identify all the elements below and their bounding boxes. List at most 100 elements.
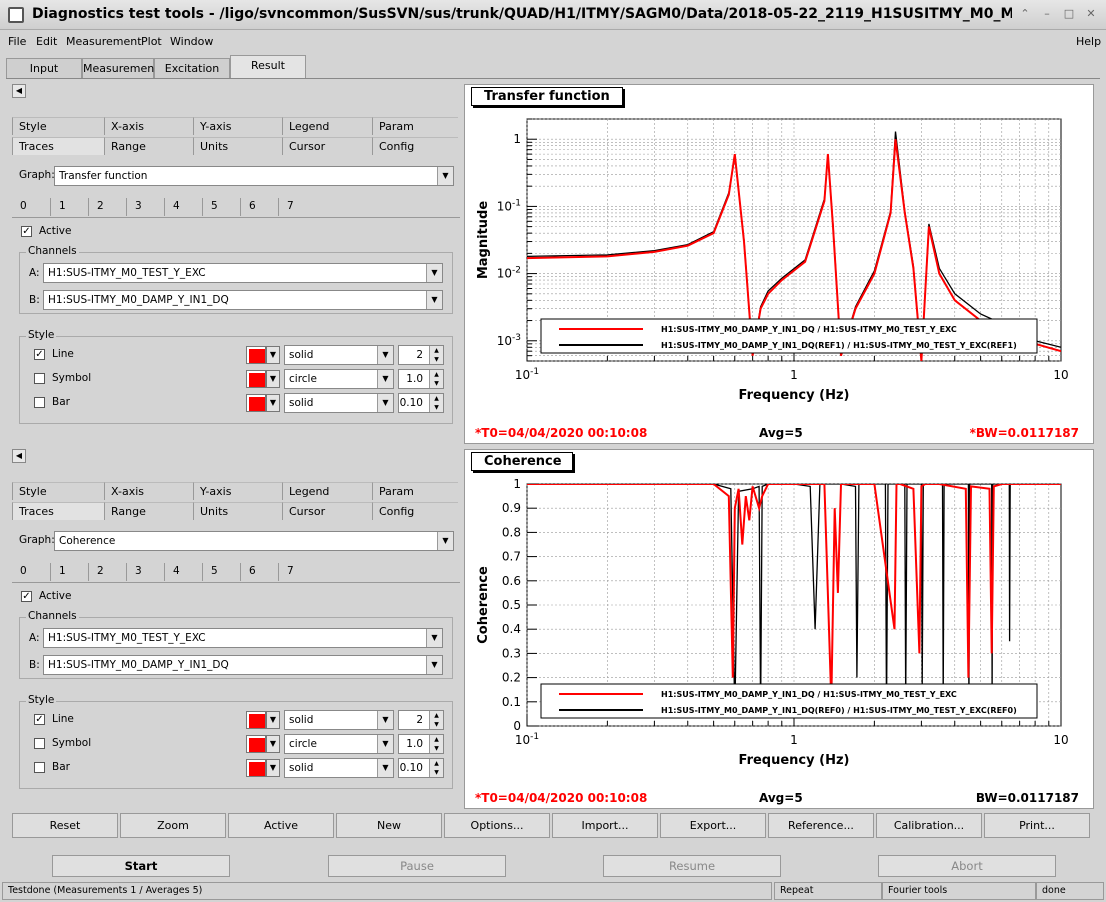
abort-button[interactable]: Abort bbox=[878, 855, 1056, 877]
reference-button[interactable]: Reference... bbox=[768, 813, 874, 838]
chevron-down-icon[interactable]: ▼ bbox=[266, 711, 280, 729]
tab-input[interactable]: Input bbox=[6, 58, 82, 78]
channel-b-select[interactable]: H1:SUS-ITMY_M0_DAMP_Y_IN1_DQ ▼ bbox=[43, 655, 443, 675]
trace-tab-1[interactable]: 1 bbox=[50, 563, 88, 581]
trace-tab-6[interactable]: 6 bbox=[240, 198, 278, 216]
line-size-spinner[interactable]: 2 ▲ ▼ bbox=[398, 710, 444, 730]
plot-panel-coherence[interactable]: Coherence 10-1 1 10 0 0.1 0.2 0.3 0.4 0.5 0.6 0.7 0… bbox=[464, 449, 1094, 809]
active-checkbox[interactable]: ✓ bbox=[21, 591, 32, 602]
bar-size-spinner[interactable]: 0.10 ▲ ▼ bbox=[398, 758, 444, 778]
spin-arrows-icon[interactable]: ▲ ▼ bbox=[429, 346, 443, 364]
option-tab-param[interactable]: Param bbox=[372, 482, 458, 500]
keep-above-icon[interactable]: ⌃ bbox=[1018, 7, 1032, 21]
option-tab-units[interactable]: Units bbox=[193, 137, 282, 155]
symbol-type-select[interactable]: circle ▼ bbox=[284, 734, 394, 754]
menu-help[interactable]: Help bbox=[1076, 35, 1101, 48]
collapse-arrow-icon[interactable]: ◀ bbox=[12, 84, 26, 98]
resume-button[interactable]: Resume bbox=[603, 855, 781, 877]
trace-tab-4[interactable]: 4 bbox=[164, 563, 202, 581]
chevron-down-icon[interactable]: ▼ bbox=[266, 346, 280, 364]
transfer-function-chart[interactable]: 10-1 1 10 10-3 10-2 10-1 1 Frequency (Hz) Magnit… bbox=[465, 111, 1095, 441]
trace-tab-3[interactable]: 3 bbox=[126, 198, 164, 216]
coherence-chart[interactable]: 10-1 1 10 0 0.1 0.2 0.3 0.4 0.5 0.6 0.7 0.8 0.9 1 Freq… bbox=[465, 476, 1095, 806]
menu-measurement[interactable]: Measurement bbox=[66, 35, 142, 48]
line-size-spinner[interactable]: 2 ▲ ▼ bbox=[398, 345, 444, 365]
symbol-checkbox[interactable] bbox=[34, 738, 45, 749]
option-tab-y-axis[interactable]: Y-axis bbox=[193, 482, 282, 500]
spin-arrows-icon[interactable]: ▲ ▼ bbox=[429, 735, 443, 753]
channel-a-select[interactable]: H1:SUS-ITMY_M0_TEST_Y_EXC ▼ bbox=[43, 263, 443, 283]
chevron-down-icon[interactable]: ▼ bbox=[266, 370, 280, 388]
zoom-button[interactable]: Zoom bbox=[120, 813, 226, 838]
trace-tab-2[interactable]: 2 bbox=[88, 563, 126, 581]
symbol-color-swatch[interactable] bbox=[246, 370, 266, 388]
bar-checkbox[interactable] bbox=[34, 762, 45, 773]
symbol-type-select[interactable]: circle ▼ bbox=[284, 369, 394, 389]
chevron-down-icon[interactable]: ▼ bbox=[266, 735, 280, 753]
line-checkbox[interactable]: ✓ bbox=[34, 714, 45, 725]
import-button[interactable]: Import... bbox=[552, 813, 658, 838]
graph-select[interactable]: Transfer function ▼ bbox=[54, 166, 454, 186]
option-tab-cursor[interactable]: Cursor bbox=[282, 137, 372, 155]
line-color-swatch[interactable] bbox=[246, 346, 266, 364]
line-color-swatch[interactable] bbox=[246, 711, 266, 729]
option-tab-x-axis[interactable]: X-axis bbox=[104, 482, 193, 500]
trace-tab-0[interactable]: 0 bbox=[12, 563, 50, 581]
trace-tab-6[interactable]: 6 bbox=[240, 563, 278, 581]
spin-arrows-icon[interactable]: ▲ ▼ bbox=[429, 394, 443, 412]
option-tab-legend[interactable]: Legend bbox=[282, 482, 372, 500]
spin-arrows-icon[interactable]: ▲ ▼ bbox=[429, 370, 443, 388]
option-tab-range[interactable]: Range bbox=[104, 137, 193, 155]
trace-tab-5[interactable]: 5 bbox=[202, 198, 240, 216]
maximize-icon[interactable]: □ bbox=[1062, 7, 1076, 21]
new-button[interactable]: New bbox=[336, 813, 442, 838]
minimize-icon[interactable]: – bbox=[1040, 7, 1054, 21]
menu-plot[interactable]: Plot bbox=[141, 35, 162, 48]
start-button[interactable]: Start bbox=[52, 855, 230, 877]
option-tab-traces[interactable]: Traces bbox=[12, 137, 104, 155]
close-icon[interactable]: ✕ bbox=[1084, 7, 1098, 21]
tab-measurement[interactable]: Measurement bbox=[82, 58, 159, 78]
option-tab-units[interactable]: Units bbox=[193, 502, 282, 520]
symbol-size-spinner[interactable]: 1.0 ▲ ▼ bbox=[398, 734, 444, 754]
option-tab-style[interactable]: Style bbox=[12, 117, 104, 135]
tab-result[interactable]: Result bbox=[230, 55, 306, 78]
menu-file[interactable]: File bbox=[8, 35, 26, 48]
symbol-size-spinner[interactable]: 1.0 ▲ ▼ bbox=[398, 369, 444, 389]
bar-checkbox[interactable] bbox=[34, 397, 45, 408]
option-tab-legend[interactable]: Legend bbox=[282, 117, 372, 135]
options-button[interactable]: Options... bbox=[444, 813, 550, 838]
channel-b-select[interactable]: H1:SUS-ITMY_M0_DAMP_Y_IN1_DQ ▼ bbox=[43, 290, 443, 310]
tab-excitation[interactable]: Excitation bbox=[154, 58, 230, 78]
calibration-button[interactable]: Calibration... bbox=[876, 813, 982, 838]
pause-button[interactable]: Pause bbox=[328, 855, 506, 877]
trace-tab-0[interactable]: 0 bbox=[12, 198, 50, 216]
bar-type-select[interactable]: solid ▼ bbox=[284, 758, 394, 778]
bar-color-swatch[interactable] bbox=[246, 759, 266, 777]
bar-type-select[interactable]: solid ▼ bbox=[284, 393, 394, 413]
menu-window[interactable]: Window bbox=[170, 35, 213, 48]
trace-tab-5[interactable]: 5 bbox=[202, 563, 240, 581]
collapse-arrow-icon[interactable]: ◀ bbox=[12, 449, 26, 463]
menu-edit[interactable]: Edit bbox=[36, 35, 57, 48]
trace-tab-7[interactable]: 7 bbox=[278, 563, 316, 581]
symbol-checkbox[interactable] bbox=[34, 373, 45, 384]
symbol-color-swatch[interactable] bbox=[246, 735, 266, 753]
active-checkbox[interactable]: ✓ bbox=[21, 226, 32, 237]
option-tab-range[interactable]: Range bbox=[104, 502, 193, 520]
active-button[interactable]: Active bbox=[228, 813, 334, 838]
print-button[interactable]: Print... bbox=[984, 813, 1090, 838]
option-tab-traces[interactable]: Traces bbox=[12, 502, 104, 520]
line-type-select[interactable]: solid ▼ bbox=[284, 710, 394, 730]
trace-tab-4[interactable]: 4 bbox=[164, 198, 202, 216]
option-tab-y-axis[interactable]: Y-axis bbox=[193, 117, 282, 135]
option-tab-config[interactable]: Config bbox=[372, 502, 458, 520]
graph-select[interactable]: Coherence ▼ bbox=[54, 531, 454, 551]
channel-a-select[interactable]: H1:SUS-ITMY_M0_TEST_Y_EXC ▼ bbox=[43, 628, 443, 648]
line-type-select[interactable]: solid ▼ bbox=[284, 345, 394, 365]
option-tab-style[interactable]: Style bbox=[12, 482, 104, 500]
spin-arrows-icon[interactable]: ▲ ▼ bbox=[429, 711, 443, 729]
line-checkbox[interactable]: ✓ bbox=[34, 349, 45, 360]
option-tab-cursor[interactable]: Cursor bbox=[282, 502, 372, 520]
chevron-down-icon[interactable]: ▼ bbox=[266, 759, 280, 777]
